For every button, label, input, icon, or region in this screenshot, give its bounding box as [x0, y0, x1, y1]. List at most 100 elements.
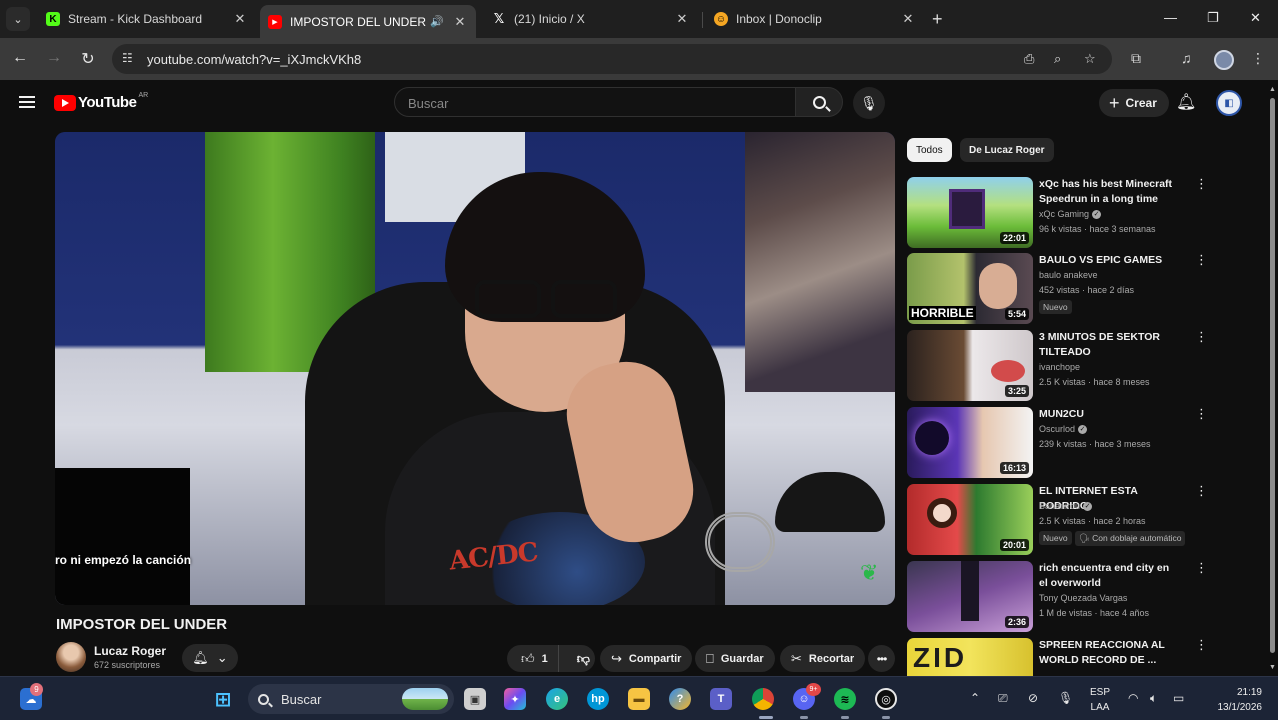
channel-name[interactable]: Lucaz Roger [94, 644, 166, 658]
close-window-icon[interactable]: ✕ [1250, 10, 1261, 26]
recommendation-channel[interactable]: xQc Gaming ✓ [1039, 209, 1102, 220]
extensions-puzzle-icon[interactable]: ⧉ [1131, 50, 1141, 67]
scrollbar-thumb[interactable] [1270, 98, 1275, 653]
close-tab-icon[interactable]: ✕ [674, 11, 690, 27]
zoom-icon[interactable]: ⌕ [1054, 51, 1061, 67]
close-tab-icon[interactable]: ✕ [900, 11, 916, 27]
kebab-menu-icon[interactable]: ⋮ [1195, 330, 1208, 344]
recommendation-item[interactable]: 2:36 rich encuentra end city en el overw… [907, 561, 1208, 633]
tab-youtube-video[interactable]: ▶ IMPOSTOR DEL UNDER - Yo 🔊 ✕ [260, 5, 476, 38]
create-button[interactable]: + Crear [1099, 89, 1169, 117]
chip-all[interactable]: Todos [907, 138, 952, 162]
tray-microphone-icon[interactable]: 🎙︎ [1058, 691, 1073, 705]
media-controls-icon[interactable]: ♫ [1181, 50, 1192, 66]
recommendation-channel[interactable]: Bananirou ✓ [1039, 501, 1093, 512]
kebab-menu-icon[interactable]: ⋮ [1195, 177, 1208, 191]
subscription-notifications-button[interactable]: 🔔︎ ⌄ [182, 644, 238, 672]
video-thumbnail[interactable]: 3:25 [907, 330, 1033, 401]
support-icon[interactable]: ? [669, 688, 691, 710]
recommendation-title[interactable]: rich encuentra end city en el overworld [1039, 561, 1179, 591]
hp-icon[interactable]: hp [587, 688, 609, 710]
share-button[interactable]: ↪ Compartir [600, 645, 693, 672]
recommendation-title[interactable]: BAULO VS EPIC GAMES [1039, 253, 1179, 268]
tray-app-icon[interactable]: ⎚ [998, 691, 1008, 706]
search-input[interactable]: Buscar [394, 87, 796, 117]
page-scrollbar[interactable]: ▲ ▼ [1267, 84, 1278, 676]
recommendation-title[interactable]: SPREEN REACCIONA AL WORLD RECORD DE ... [1039, 638, 1179, 668]
speaker-icon[interactable]: 🔊 [430, 15, 444, 28]
tab-donoclip-inbox[interactable]: ☺ Inbox | Donoclip ✕ [706, 5, 924, 33]
back-arrow-icon[interactable]: ← [10, 49, 30, 67]
file-explorer-icon[interactable]: ▬ [628, 688, 650, 710]
kebab-menu-icon[interactable]: ⋮ [1195, 407, 1208, 421]
obs-icon[interactable]: ◎ [875, 688, 897, 710]
address-bar[interactable]: ☷ youtube.com/watch?v=_iXJmckVKh8 ⎙ ⌕ ☆ [112, 44, 1112, 74]
recommendation-item[interactable]: ZID SPREEN REACCIONA AL WORLD RECORD DE … [907, 638, 1207, 676]
video-player[interactable]: AC/DC ro ni empezó la canción ❦ [55, 132, 895, 605]
volume-icon[interactable]: 🔈︎ [1150, 691, 1157, 706]
recommendation-title[interactable]: MUN2CU [1039, 407, 1179, 422]
recommendation-item[interactable]: 16:13 MUN2CU Oscurlod ✓ 239 k vistas · ha… [907, 407, 1208, 479]
site-info-icon[interactable]: ☷ [122, 51, 133, 65]
hamburger-menu-icon[interactable] [19, 96, 35, 108]
recommendation-item[interactable]: 20:01 EL INTERNET ESTA PODRIDO Bananirou… [907, 484, 1208, 556]
video-thumbnail[interactable]: ZID [907, 638, 1033, 676]
clip-button[interactable]: ✂ Recortar [780, 645, 866, 672]
recommendation-channel[interactable]: Tony Quezada Vargas [1039, 593, 1127, 603]
url-text[interactable]: youtube.com/watch?v=_iXJmckVKh8 [147, 52, 361, 67]
input-language[interactable]: ESP LAA [1090, 685, 1110, 715]
spotify-icon[interactable]: ≋ [834, 688, 856, 710]
recommendation-item[interactable]: 22:01 xQc has his best Minecraft Speedru… [907, 177, 1208, 249]
tray-network-off-icon[interactable]: ⊘ [1028, 691, 1038, 705]
youtube-logo[interactable]: YouTube AR [54, 92, 148, 111]
video-thumbnail[interactable]: 22:01 [907, 177, 1033, 248]
wifi-icon[interactable]: ◠ [1128, 691, 1138, 705]
voice-search-button[interactable]: 🎙 [853, 87, 885, 119]
recommendation-title[interactable]: 3 MINUTOS DE SEKTOR TILTEADO [1039, 330, 1179, 360]
browser-profile-avatar[interactable] [1214, 50, 1234, 70]
recommendation-channel[interactable]: baulo anakeve [1039, 270, 1098, 280]
reload-icon[interactable]: ↻ [78, 49, 98, 69]
tray-overflow-icon[interactable]: ⌃ [970, 691, 980, 705]
like-button[interactable]: 👍︎ 1 [507, 645, 559, 672]
recommendation-item[interactable]: HORRIBLE 5:54 BAULO VS EPIC GAMES baulo … [907, 253, 1208, 325]
browser-menu-icon[interactable]: ⋮ [1251, 50, 1265, 67]
taskbar-search-input[interactable]: Buscar [248, 684, 454, 714]
save-button[interactable]: ⎕ Guardar [695, 645, 775, 672]
kebab-menu-icon[interactable]: ⋮ [1195, 484, 1208, 498]
kebab-menu-icon[interactable]: ⋮ [1195, 638, 1207, 652]
tab-x-home[interactable]: 𝕏 (21) Inicio / X ✕ [484, 5, 698, 33]
video-thumbnail[interactable]: 2:36 [907, 561, 1033, 632]
chip-from-channel[interactable]: De Lucaz Roger [960, 138, 1054, 162]
kebab-menu-icon[interactable]: ⋮ [1195, 253, 1208, 267]
notifications-bell-icon[interactable]: 🔔︎ [1176, 92, 1196, 112]
recommendation-channel[interactable]: ivanchope [1039, 362, 1080, 372]
close-tab-icon[interactable]: ✕ [452, 14, 468, 30]
task-view-icon[interactable]: ▣ [464, 688, 486, 710]
video-thumbnail[interactable]: 20:01 [907, 484, 1033, 555]
install-app-icon[interactable]: ⎙ [1024, 51, 1034, 67]
taskbar-clock[interactable]: 21:19 13/1/2026 [1204, 685, 1263, 715]
bookmark-star-icon[interactable]: ☆ [1084, 51, 1096, 67]
restore-icon[interactable]: ❐ [1207, 10, 1219, 26]
windows-start-icon[interactable]: ⊞ [212, 688, 234, 711]
recommendation-item[interactable]: 3:25 3 MINUTOS DE SEKTOR TILTEADO ivanch… [907, 330, 1208, 402]
recommendation-title[interactable]: xQc has his best Minecraft Speedrun in a… [1039, 177, 1179, 207]
kebab-menu-icon[interactable]: ⋮ [1195, 561, 1208, 575]
teams-icon[interactable]: T [710, 688, 732, 710]
minimize-icon[interactable]: — [1164, 10, 1177, 25]
edge-icon[interactable]: e [546, 688, 568, 710]
channel-avatar[interactable] [56, 642, 86, 672]
battery-icon[interactable]: ▭ [1173, 691, 1184, 705]
dislike-button[interactable]: 👎︎ [566, 651, 602, 667]
copilot-icon[interactable]: ✦ [504, 688, 526, 710]
account-avatar[interactable]: ◧ [1216, 90, 1242, 116]
recommendation-channel[interactable]: Oscurlod ✓ [1039, 424, 1088, 435]
video-thumbnail[interactable]: HORRIBLE 5:54 [907, 253, 1033, 324]
tab-search-icon[interactable]: ⌄ [6, 7, 30, 31]
video-thumbnail[interactable]: 16:13 [907, 407, 1033, 478]
new-tab-plus-icon[interactable]: + [932, 9, 943, 30]
forward-arrow-icon[interactable]: → [44, 49, 64, 67]
scroll-down-icon[interactable]: ▼ [1269, 664, 1276, 671]
scroll-up-icon[interactable]: ▲ [1269, 86, 1276, 93]
